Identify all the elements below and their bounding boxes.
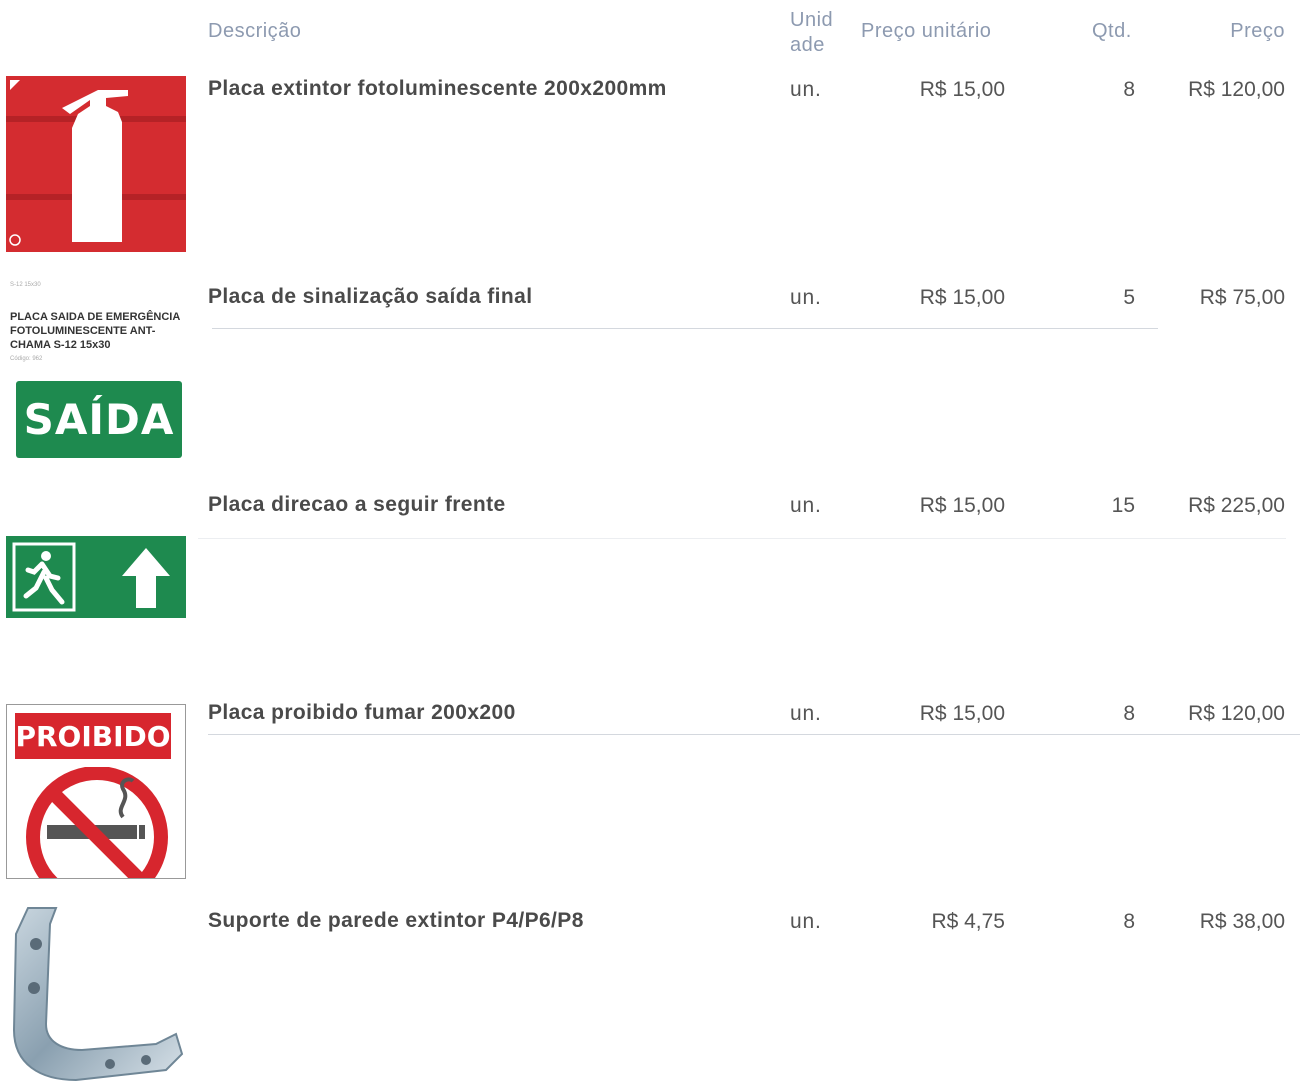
item-price: R$ 225,00 — [1188, 494, 1285, 517]
prohibited-banner: PROIBIDO — [15, 713, 171, 759]
item-qty: 8 — [1123, 910, 1135, 933]
item-price: R$ 75,00 — [1199, 286, 1285, 309]
item-unit-price: R$ 4,75 — [931, 910, 1005, 933]
item-unit: un. — [790, 494, 822, 517]
item-qty: 15 — [1111, 494, 1135, 517]
prohibited-text: PROIBIDO — [15, 719, 171, 753]
item-description: Placa extintor fotoluminescente 200x200m… — [208, 77, 667, 100]
table-row: Suporte de parede extintor P4/P6/P8 un. … — [0, 892, 1300, 1084]
item-price: R$ 120,00 — [1188, 78, 1285, 101]
item-unit: un. — [790, 702, 822, 725]
exit-sign-text: SAÍDA — [23, 395, 175, 444]
wall-bracket-icon — [6, 904, 186, 1082]
item-qty: 8 — [1123, 78, 1135, 101]
exit-sign-plate: SAÍDA — [16, 381, 182, 458]
item-unit-price: R$ 15,00 — [919, 78, 1005, 101]
table-row: Placa direcao a seguir frente un. R$ 15,… — [0, 476, 1300, 676]
header-unit: Unid ade — [790, 9, 834, 56]
exit-arrow-up-sign-icon — [6, 536, 186, 618]
item-description: Placa de sinalização saída final — [208, 285, 533, 308]
row-divider — [212, 328, 1158, 329]
item-unit: un. — [790, 286, 822, 309]
item-qty: 5 — [1123, 286, 1135, 309]
fire-extinguisher-sign-icon — [6, 76, 186, 252]
table-row: S-12 15x30 PLACA SAIDA DE EMERGÊNCIA FOT… — [0, 268, 1300, 468]
header-unit-price: Preço unitário — [861, 20, 992, 42]
header-price: Preço — [1230, 20, 1285, 42]
item-description: Placa direcao a seguir frente — [208, 493, 506, 516]
item-description: Suporte de parede extintor P4/P6/P8 — [208, 909, 584, 932]
item-unit-price: R$ 15,00 — [919, 494, 1005, 517]
table-header: Descrição Unid ade Preço unitário Qtd. P… — [0, 0, 1300, 60]
exit-sign-icon: S-12 15x30 PLACA SAIDA DE EMERGÊNCIA FOT… — [6, 280, 186, 465]
item-unit: un. — [790, 78, 822, 101]
item-price: R$ 38,00 — [1199, 910, 1285, 933]
row-divider — [208, 734, 1300, 735]
item-description: Placa proibido fumar 200x200 — [208, 701, 516, 724]
item-price: R$ 120,00 — [1188, 702, 1285, 725]
no-smoking-sign-icon: PROIBIDO — [6, 704, 186, 879]
image-top-small: S-12 15x30 — [10, 282, 41, 288]
header-qty: Qtd. — [1092, 20, 1132, 42]
image-code: Código: 962 — [10, 356, 43, 362]
item-unit-price: R$ 15,00 — [919, 702, 1005, 725]
header-description: Descrição — [208, 20, 302, 42]
item-unit-price: R$ 15,00 — [919, 286, 1005, 309]
table-row: Placa extintor fotoluminescente 200x200m… — [0, 60, 1300, 260]
item-qty: 8 — [1123, 702, 1135, 725]
item-unit: un. — [790, 910, 822, 933]
row-divider — [198, 538, 1286, 539]
table-row: PROIBIDO Placa proibido fumar 200x200 un… — [0, 684, 1300, 884]
image-caption: PLACA SAIDA DE EMERGÊNCIA FOTOLUMINESCEN… — [10, 311, 180, 351]
